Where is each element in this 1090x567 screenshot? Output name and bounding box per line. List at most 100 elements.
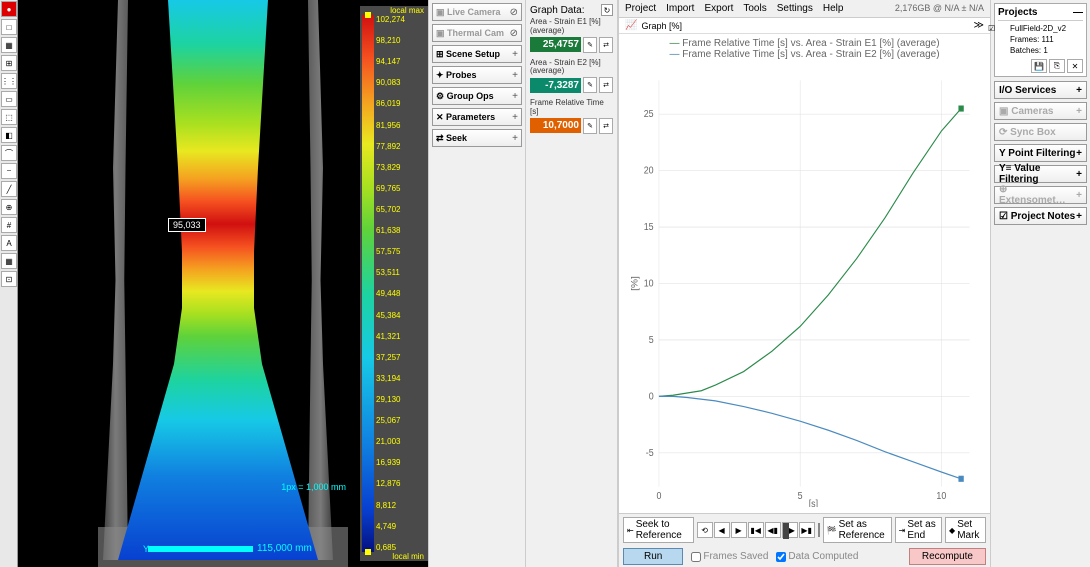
services-button[interactable]: I/O Services+ (994, 81, 1087, 99)
colorbar-tick: 33,194 (376, 374, 426, 383)
playback-button[interactable]: ▶ (731, 522, 747, 538)
project-notes-button[interactable]: ☑ Project Notes+ (994, 207, 1087, 225)
projects-header: Projects (998, 7, 1037, 18)
probes-button[interactable]: ✦ Probes+ (432, 66, 522, 84)
colorbar-tick: 73,829 (376, 163, 426, 172)
colorbar-tick: 8,812 (376, 501, 426, 510)
projects-collapse-icon[interactable]: — (1073, 7, 1083, 18)
svg-text:5: 5 (649, 334, 654, 346)
svg-text:-5: -5 (646, 447, 654, 459)
run-button[interactable]: Run (623, 548, 683, 565)
tool-button[interactable]: ╱ (1, 181, 17, 197)
thermal-cam-button[interactable]: ▣ Thermal Cam⊘ (432, 24, 522, 42)
colorbar-tick: 65,702 (376, 205, 426, 214)
svg-text:0: 0 (649, 391, 654, 403)
data-field: Area - Strain E2 [%] (average)-7,3287✎⇄ (530, 59, 613, 94)
tool-button[interactable]: ⊕ (1, 199, 17, 215)
playback-button[interactable]: ◀ (714, 522, 730, 538)
menu-settings[interactable]: Settings (777, 3, 813, 14)
clone-icon[interactable]: ⎘ (1049, 59, 1065, 73)
svg-text:25: 25 (644, 109, 654, 121)
playback-button[interactable]: ⟲ (697, 522, 713, 538)
colorbar-gradient[interactable] (362, 15, 374, 552)
set-mark-button[interactable]: ◆ Set Mark (945, 517, 986, 543)
menu-help[interactable]: Help (823, 3, 844, 14)
tool-button[interactable]: ⎯ (1, 163, 17, 179)
set-reference-button[interactable]: 🏁 Set as Reference (823, 517, 892, 543)
colorbar-tick: 0,685 (376, 543, 426, 552)
tool-button[interactable]: ◧ (1, 127, 17, 143)
data-value: -7,3287 (530, 78, 581, 93)
colorbar-tick: 81,956 (376, 121, 426, 130)
colorbar-tick: 98,210 (376, 36, 426, 45)
seek-button[interactable]: ⇄ Seek+ (432, 129, 522, 147)
tool-button[interactable]: ▭ (1, 91, 17, 107)
tool-button[interactable]: □ (1, 19, 17, 35)
seek-reference-button[interactable]: ⇤ Seek to Reference (623, 517, 694, 543)
recompute-button[interactable]: Recompute (909, 548, 986, 565)
playback-button[interactable]: ▶▮ (799, 522, 815, 538)
timeline-handle[interactable] (783, 523, 789, 539)
svg-text:5: 5 (798, 490, 803, 502)
legend-entry: Frame Relative Time [s] vs. Area - Strai… (627, 49, 982, 60)
group-ops-button[interactable]: ⚙ Group Ops+ (432, 87, 522, 105)
tool-button[interactable]: # (1, 217, 17, 233)
link-icon[interactable]: ⇄ (599, 118, 613, 134)
edit-icon[interactable]: ✎ (583, 37, 597, 53)
link-icon[interactable]: ⇄ (599, 77, 613, 93)
colorbar-tick: 90,083 (376, 78, 426, 87)
bottom-bar: Run Frames Saved Data Computed Recompute (619, 546, 990, 567)
graph-tab-label[interactable]: Graph [%] (641, 21, 682, 31)
colorbar-tick: 41,321 (376, 332, 426, 341)
tool-button[interactable]: ⋮⋮ (1, 73, 17, 89)
save-icon[interactable]: 💾 (1031, 59, 1047, 73)
tool-button[interactable]: ⬚ (1, 109, 17, 125)
graph-expand-icon[interactable]: ≫ (974, 20, 984, 31)
edit-icon[interactable]: ✎ (583, 77, 597, 93)
probe-marker[interactable]: 95,033 (168, 218, 206, 232)
graph-area: Project Import Export Tools Settings Help 2,1… (618, 0, 990, 567)
set-end-button[interactable]: ⇥ Set as End (895, 517, 942, 543)
tool-button[interactable]: ▦ (1, 253, 17, 269)
svg-text:10: 10 (644, 278, 654, 290)
link-icon[interactable]: ⇄ (599, 37, 613, 53)
tool-button[interactable]: ⊞ (1, 55, 17, 71)
edit-icon[interactable]: ✎ (583, 118, 597, 134)
tool-button[interactable]: ▦ (1, 37, 17, 53)
colorbar-tick: 12,876 (376, 479, 426, 488)
menu-tools[interactable]: Tools (743, 3, 766, 14)
extensomet--button[interactable]: ⊕ Extensomet…+ (994, 186, 1087, 204)
playback-button[interactable]: ▮◀ (748, 522, 764, 538)
menu-export[interactable]: Export (704, 3, 733, 14)
menu-project[interactable]: Project (625, 3, 656, 14)
cameras-button[interactable]: ▣ Cameras+ (994, 102, 1087, 120)
menu-import[interactable]: Import (666, 3, 694, 14)
colorbar-tick: 102,274 (376, 15, 426, 24)
sync-box-button[interactable]: ⟳ Sync Box (994, 123, 1087, 141)
timeline-slider[interactable] (818, 523, 820, 537)
svg-text:20: 20 (644, 165, 654, 177)
record-button[interactable]: ● (1, 1, 17, 17)
playback-button[interactable]: ◀▮ (765, 522, 781, 538)
project-item[interactable]: FullField-2D_v2 (998, 23, 1083, 34)
memory-status: 2,176GB @ N/A ± N/A (895, 3, 984, 14)
tool-button[interactable]: ⌒ (1, 145, 17, 161)
value-filtering-button[interactable]: Y≡ Value Filtering+ (994, 165, 1087, 183)
frames-count: Frames: 111 (998, 34, 1083, 45)
parameters-button[interactable]: ✕ Parameters+ (432, 108, 522, 126)
svg-text:[%]: [%] (630, 276, 640, 291)
chart[interactable]: Frame Relative Time [s] vs. Area - Strai… (627, 38, 982, 509)
colorbar-tick: 61,638 (376, 226, 426, 235)
colorbar-tick: 4,749 (376, 522, 426, 531)
delete-icon[interactable]: ✕ (1067, 59, 1083, 73)
tool-button[interactable]: A (1, 235, 17, 251)
live-camera-button[interactable]: ▣ Live Camera⊘ (432, 3, 522, 21)
point-filtering-button[interactable]: Y Point Filtering+ (994, 144, 1087, 162)
refresh-icon[interactable]: ↻ (601, 4, 613, 16)
colorbar-tick: 37,257 (376, 353, 426, 362)
colorbar-tick: 94,147 (376, 57, 426, 66)
data-computed-check[interactable]: Data Computed (776, 551, 858, 562)
tool-button[interactable]: ⊡ (1, 271, 17, 287)
frames-saved-check[interactable]: Frames Saved (691, 551, 768, 562)
scene-setup-button[interactable]: ⊞ Scene Setup+ (432, 45, 522, 63)
